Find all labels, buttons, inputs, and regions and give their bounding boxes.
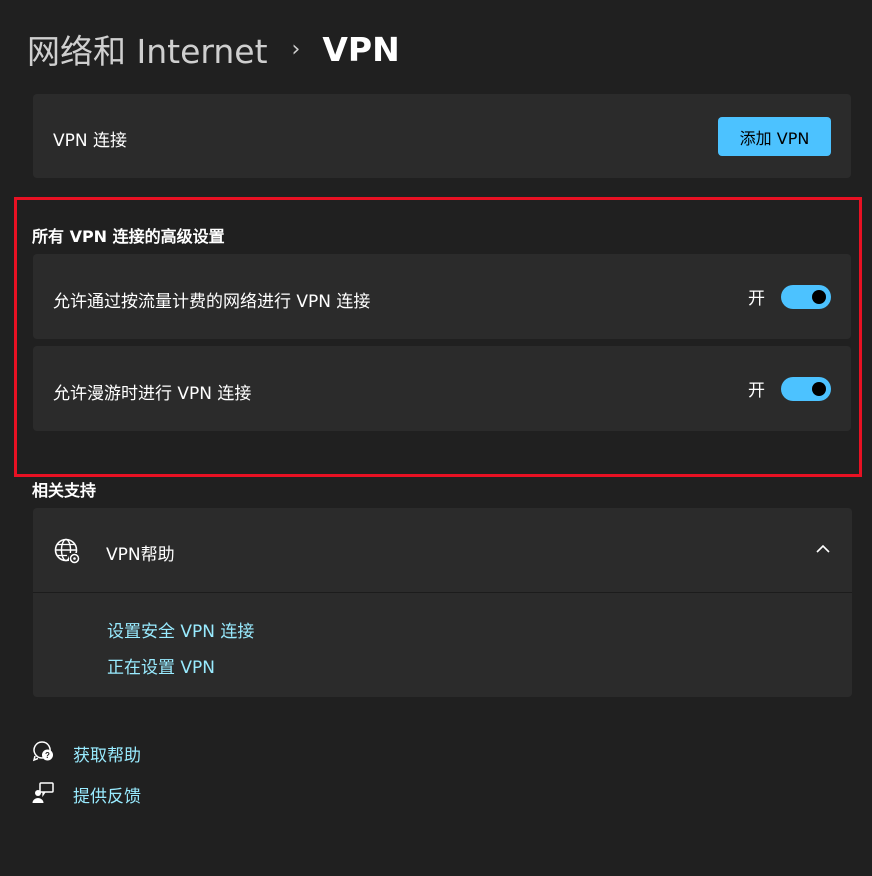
breadcrumb-separator: › [291, 36, 301, 62]
setting-row-metered: 允许通过按流量计费的网络进行 VPN 连接 开 [33, 254, 851, 339]
globe-icon [54, 538, 80, 564]
get-help-link[interactable]: 获取帮助 [73, 741, 141, 766]
vpn-help-expander[interactable]: VPN帮助 [33, 508, 852, 593]
advanced-settings-title: 所有 VPN 连接的高级设置 [32, 227, 225, 246]
get-help-icon: ? [32, 741, 53, 762]
breadcrumb: 网络和 Internet › VPN [27, 26, 400, 72]
feedback-link[interactable]: 提供反馈 [73, 782, 141, 807]
toggle-knob [812, 289, 826, 304]
toggle-group-roaming: 开 [748, 376, 831, 401]
breadcrumb-parent[interactable]: 网络和 Internet [27, 25, 268, 73]
toggle-knob [812, 381, 826, 396]
add-vpn-button[interactable]: 添加 VPN [718, 117, 831, 156]
toggle-group-metered: 开 [748, 284, 831, 309]
page-title: VPN [322, 29, 400, 69]
svg-text:?: ? [45, 751, 50, 760]
toggle-state-metered: 开 [748, 289, 765, 309]
link-setting-up-vpn[interactable]: 正在设置 VPN [107, 653, 215, 678]
setting-row-roaming: 允许漫游时进行 VPN 连接 开 [33, 346, 851, 431]
link-setup-secure-vpn[interactable]: 设置安全 VPN 连接 [107, 617, 254, 642]
toggle-metered[interactable] [781, 284, 831, 309]
vpn-help-content [33, 593, 852, 697]
chevron-up-icon[interactable] [814, 542, 832, 556]
toggle-roaming[interactable] [781, 376, 831, 401]
toggle-state-roaming: 开 [748, 381, 765, 401]
vpn-connections-label: VPN 连接 [53, 131, 128, 151]
vpn-help-title: VPN帮助 [106, 545, 175, 565]
related-support-title: 相关支持 [32, 481, 97, 500]
setting-label-metered: 允许通过按流量计费的网络进行 VPN 连接 [53, 292, 371, 312]
feedback-icon [32, 782, 54, 803]
vpn-connections-card: VPN 连接 添加 VPN [33, 94, 851, 178]
setting-label-roaming: 允许漫游时进行 VPN 连接 [53, 384, 252, 404]
